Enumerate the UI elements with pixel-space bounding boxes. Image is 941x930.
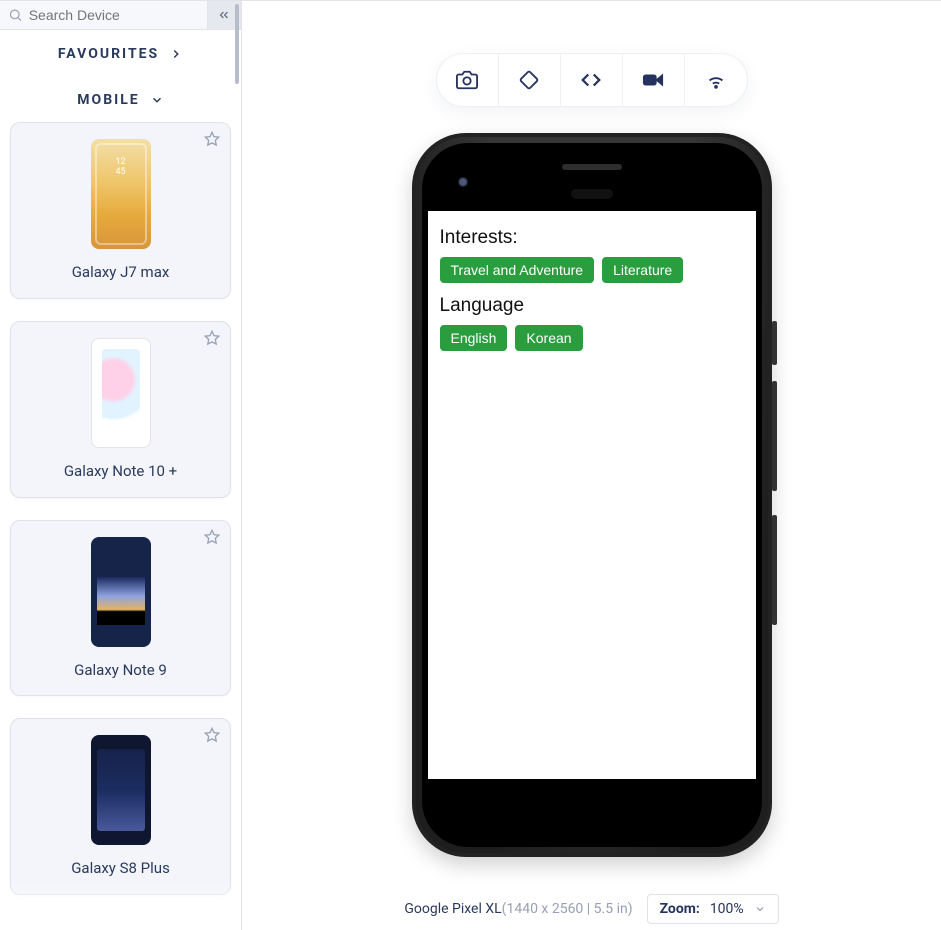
device-card[interactable]: Galaxy S8 Plus	[10, 718, 231, 895]
scrollbar[interactable]	[235, 4, 239, 926]
chevron-down-icon	[754, 903, 766, 915]
screenshot-button[interactable]	[437, 54, 499, 106]
main-panel: Interests: Travel and Adventure Literatur…	[242, 0, 941, 930]
chevron-down-icon	[150, 93, 164, 107]
device-thumbnail	[91, 735, 151, 845]
search-wrap[interactable]	[0, 1, 208, 29]
device-list: Galaxy J7 max Galaxy Note 10 + Galaxy Note…	[0, 122, 241, 930]
language-tag[interactable]: English	[440, 325, 508, 351]
favourite-toggle[interactable]	[204, 727, 220, 747]
device-side-button	[772, 321, 777, 365]
zoom-selector[interactable]: Zoom: 100%	[647, 894, 779, 924]
camera-icon	[456, 69, 478, 91]
device-card[interactable]: Galaxy Note 9	[10, 520, 231, 697]
device-card[interactable]: Galaxy Note 10 +	[10, 321, 231, 498]
device-thumbnail	[91, 537, 151, 647]
interest-tag[interactable]: Travel and Adventure	[440, 257, 595, 283]
device-thumbnail	[91, 139, 151, 249]
search-input[interactable]	[23, 7, 199, 23]
device-name: Galaxy Note 10 +	[64, 462, 177, 481]
favourite-toggle[interactable]	[204, 330, 220, 350]
device-info-bar: Google Pixel XL(1440 x 2560 | 5.5 in) Zo…	[242, 894, 941, 924]
device-name: Galaxy Note 9	[74, 661, 167, 680]
device-model: Google Pixel XL	[404, 901, 501, 917]
device-card[interactable]: Galaxy J7 max	[10, 122, 231, 299]
section-mobile[interactable]: MOBILE	[0, 76, 241, 122]
device-dimensions: (1440 x 2560 | 5.5 in)	[502, 901, 633, 917]
favourite-toggle[interactable]	[204, 529, 220, 549]
rotate-button[interactable]	[499, 54, 561, 106]
section-mobile-label: MOBILE	[77, 92, 139, 108]
search-icon	[8, 7, 23, 23]
device-name: Galaxy S8 Plus	[71, 859, 170, 878]
chevron-double-left-icon	[217, 8, 231, 22]
device-side-button	[772, 381, 777, 491]
device-sidebar: FAVOURITES MOBILE Galaxy J7 max Galaxy No…	[0, 0, 242, 930]
device-thumbnail	[91, 338, 151, 448]
video-icon	[642, 69, 664, 91]
chevron-right-icon	[169, 47, 183, 61]
network-button[interactable]	[685, 54, 747, 106]
device-screen[interactable]: Interests: Travel and Adventure Literatur…	[428, 211, 756, 779]
zoom-label: Zoom:	[660, 901, 700, 917]
language-label: Language	[440, 295, 744, 317]
device-name: Galaxy J7 max	[72, 263, 170, 282]
device-frame: Interests: Travel and Adventure Literatur…	[412, 133, 772, 857]
section-favourites-label: FAVOURITES	[58, 46, 159, 62]
code-icon	[580, 69, 602, 91]
devtools-button[interactable]	[561, 54, 623, 106]
device-side-button	[772, 515, 777, 625]
section-favourites[interactable]: FAVOURITES	[0, 30, 241, 76]
language-tag[interactable]: Korean	[515, 325, 582, 351]
zoom-value: 100%	[710, 901, 744, 917]
wifi-icon	[705, 69, 727, 91]
record-button[interactable]	[623, 54, 685, 106]
device-toolbar	[436, 53, 748, 107]
interest-tag[interactable]: Literature	[602, 257, 683, 283]
search-bar	[0, 0, 241, 30]
interests-label: Interests:	[440, 227, 744, 249]
rotate-icon	[518, 69, 540, 91]
favourite-toggle[interactable]	[204, 131, 220, 151]
